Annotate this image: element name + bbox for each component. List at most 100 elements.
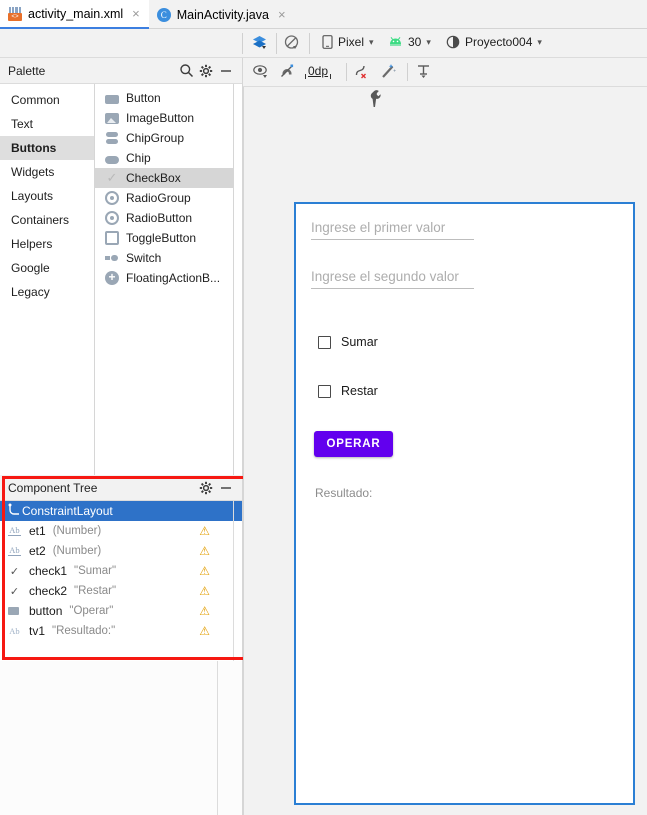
default-margin-value[interactable]: 0dp	[308, 64, 328, 78]
palette-category-layouts[interactable]: Layouts	[0, 184, 94, 208]
palette-category-widgets[interactable]: Widgets	[0, 160, 94, 184]
tree-row-check2[interactable]: ✓ check2 "Restar" ⚠	[0, 581, 242, 601]
chevron-down-icon[interactable]: ▾	[369, 37, 374, 48]
palette-item-chip[interactable]: Chip	[95, 148, 233, 168]
xml-layout-icon: <>	[8, 6, 22, 21]
api-level-selector[interactable]: 30 ▾	[388, 35, 431, 49]
device-selector[interactable]: Pixel ▾	[322, 35, 374, 49]
tab-mainactivity-java[interactable]: C MainActivity.java ×	[149, 0, 295, 29]
palette-body: Common Text Buttons Widgets Layouts Cont…	[0, 84, 242, 475]
design-surface-mode-button[interactable]	[251, 34, 268, 51]
phone-icon	[322, 35, 333, 49]
palette-item-chipgroup[interactable]: ChipGroup	[95, 128, 233, 148]
wrench-icon[interactable]	[370, 90, 383, 111]
palette-category-buttons[interactable]: Buttons	[0, 136, 94, 160]
palette-category-common[interactable]: Common	[0, 88, 94, 112]
tree-row-button[interactable]: button "Operar" ⚠	[0, 601, 242, 621]
clear-constraints-button[interactable]	[354, 63, 371, 79]
lower-left-blank-area	[0, 661, 243, 815]
gear-icon[interactable]	[196, 478, 216, 498]
palette-item-label: CheckBox	[126, 171, 181, 185]
palette-item-imagebutton[interactable]: ImageButton	[95, 108, 233, 128]
chevron-down-icon[interactable]: ▾	[426, 37, 431, 48]
clear-constraints-icon	[354, 63, 371, 79]
warning-icon[interactable]: ⚠	[199, 545, 210, 557]
fab-icon: +	[105, 271, 119, 285]
theme-selector[interactable]: Proyecto004 ▾	[446, 35, 542, 49]
search-icon[interactable]	[176, 61, 196, 81]
palette-category-google[interactable]: Google	[0, 256, 94, 280]
divider	[276, 33, 277, 54]
eye-icon	[252, 63, 269, 79]
close-icon[interactable]: ×	[278, 7, 286, 22]
device-preview[interactable]: Ingrese el primer valor Ingrese el segun…	[294, 202, 635, 805]
component-tree-title: Component Tree	[8, 480, 98, 495]
tree-row-constraintlayout[interactable]: ConstraintLayout	[0, 501, 242, 521]
button-icon	[8, 607, 19, 615]
palette-item-switch[interactable]: Switch	[95, 248, 233, 268]
checkbox-box-icon	[318, 335, 331, 349]
tree-row-label: check2	[29, 584, 68, 598]
minimize-icon[interactable]	[216, 61, 236, 81]
tree-row-label: tv1	[29, 624, 46, 638]
palette-item-floatingactionbutton[interactable]: + FloatingActionB...	[95, 268, 233, 288]
checkbox-sumar[interactable]: Sumar	[318, 335, 378, 349]
device-label: Pixel	[338, 35, 365, 49]
palette-category-text[interactable]: Text	[0, 112, 94, 136]
tree-row-tv1[interactable]: Ab tv1 "Resultado:" ⚠	[0, 621, 242, 641]
autoconnect-button[interactable]	[279, 63, 296, 79]
design-toolbar: Pixel ▾ 30 ▾ Proyecto004 ▾	[0, 29, 647, 58]
tree-row-attr: "Sumar"	[74, 565, 117, 577]
text-ab-icon: Ab	[8, 545, 21, 556]
tab-activity-main-xml[interactable]: <> activity_main.xml ×	[0, 0, 149, 29]
close-icon[interactable]: ×	[132, 6, 140, 21]
guidelines-button[interactable]	[415, 63, 432, 79]
edittext-first-value[interactable]: Ingrese el primer valor	[311, 220, 474, 240]
view-options-button[interactable]	[252, 63, 269, 79]
gear-icon[interactable]	[196, 61, 216, 81]
minimize-icon[interactable]	[216, 478, 236, 498]
palette-item-togglebutton[interactable]: ToggleButton	[95, 228, 233, 248]
tree-row-attr: "Operar"	[69, 605, 114, 617]
warning-icon[interactable]: ⚠	[199, 605, 210, 617]
palette-category-containers[interactable]: Containers	[0, 208, 94, 232]
tree-row-et1[interactable]: Ab et1 (Number) ⚠	[0, 521, 242, 541]
component-tree-panel: Component Tree ConstraintLayout Ab et1 (…	[0, 475, 243, 661]
warning-icon[interactable]: ⚠	[199, 585, 210, 597]
resultado-label: Resultado:	[315, 486, 373, 500]
image-button-icon	[105, 113, 119, 124]
palette-item-checkbox[interactable]: ✓ CheckBox	[95, 168, 233, 188]
palette-category-helpers[interactable]: Helpers	[0, 232, 94, 256]
constraint-layout-icon	[8, 503, 22, 519]
edittext-second-value[interactable]: Ingrese el segundo valor	[311, 269, 474, 289]
divider	[217, 661, 218, 815]
palette-item-label: ChipGroup	[126, 131, 185, 145]
text-ab-icon: Ab	[8, 525, 21, 536]
infer-constraints-button[interactable]	[380, 63, 397, 79]
component-tree-scrollbar[interactable]	[233, 501, 234, 661]
palette-item-radiogroup[interactable]: RadioGroup	[95, 188, 233, 208]
palette-item-button[interactable]: Button	[95, 88, 233, 108]
tree-row-et2[interactable]: Ab et2 (Number) ⚠	[0, 541, 242, 561]
warning-icon[interactable]: ⚠	[199, 625, 210, 637]
theme-label: Proyecto004	[465, 35, 533, 49]
palette-item-label: Chip	[126, 151, 151, 165]
palette-category-legacy[interactable]: Legacy	[0, 280, 94, 304]
chevron-down-icon[interactable]: ▾	[537, 37, 542, 48]
palette-item-radiobutton[interactable]: RadioButton	[95, 208, 233, 228]
tree-row-check1[interactable]: ✓ check1 "Sumar" ⚠	[0, 561, 242, 581]
blueprint-toggle-button[interactable]	[283, 34, 300, 51]
component-tree-header: Component Tree	[0, 475, 242, 501]
tab-label: activity_main.xml	[28, 6, 124, 21]
checkbox-label: Sumar	[341, 335, 378, 349]
magnet-off-icon	[279, 63, 296, 79]
design-canvas[interactable]: Ingrese el primer valor Ingrese el segun…	[243, 87, 647, 815]
palette-scrollbar[interactable]	[234, 84, 242, 475]
warning-icon[interactable]: ⚠	[199, 565, 210, 577]
default-margin-stepper[interactable]: 0dp	[304, 64, 332, 79]
chip-icon	[105, 155, 119, 164]
operar-button[interactable]: OPERAR	[314, 431, 393, 457]
warning-icon[interactable]: ⚠	[199, 525, 210, 537]
checkbox-icon: ✓	[9, 565, 20, 578]
checkbox-restar[interactable]: Restar	[318, 384, 378, 398]
